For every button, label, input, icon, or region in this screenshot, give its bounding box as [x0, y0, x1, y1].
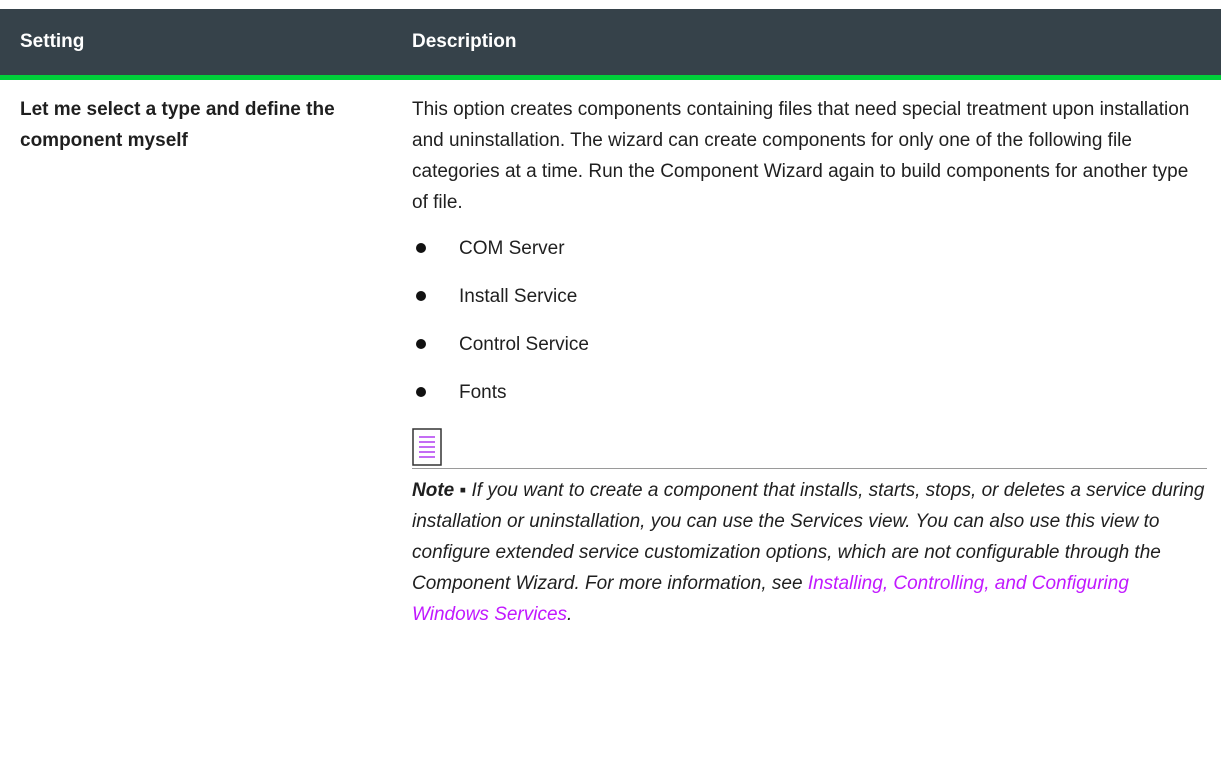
- list-item-label: COM Server: [459, 237, 565, 259]
- description-text: This option creates components containin…: [412, 99, 1190, 213]
- file-category-list: COM Server Install Service Control Servi…: [412, 224, 1207, 416]
- bullet-dot-icon: [416, 339, 426, 349]
- list-item: Control Service: [412, 320, 1207, 368]
- note-end: .: [567, 604, 573, 625]
- table-row: Let me select a type and define the comp…: [0, 80, 1221, 630]
- bullet-dot-icon: [416, 387, 426, 397]
- header-description: Description: [412, 31, 517, 52]
- description-cell: This option creates components containin…: [402, 94, 1221, 630]
- list-item-label: Install Service: [459, 285, 578, 307]
- table-header: Setting Description: [0, 9, 1221, 80]
- bullet-dot-icon: [416, 291, 426, 301]
- bullet-dot-icon: [416, 243, 426, 253]
- note-page-icon: [412, 428, 442, 466]
- settings-table: Setting Description Let me select a type…: [0, 9, 1221, 630]
- note-divider: [412, 426, 1207, 469]
- note-label: Note ▪: [412, 480, 467, 501]
- list-item-label: Fonts: [459, 381, 507, 403]
- list-item: COM Server: [412, 224, 1207, 272]
- header-setting: Setting: [20, 31, 85, 52]
- note: Note ▪ If you want to create a component…: [412, 475, 1207, 630]
- setting-name: Let me select a type and define the comp…: [20, 99, 335, 151]
- list-item: Fonts: [412, 368, 1207, 416]
- list-item: Install Service: [412, 272, 1207, 320]
- list-item-label: Control Service: [459, 333, 589, 355]
